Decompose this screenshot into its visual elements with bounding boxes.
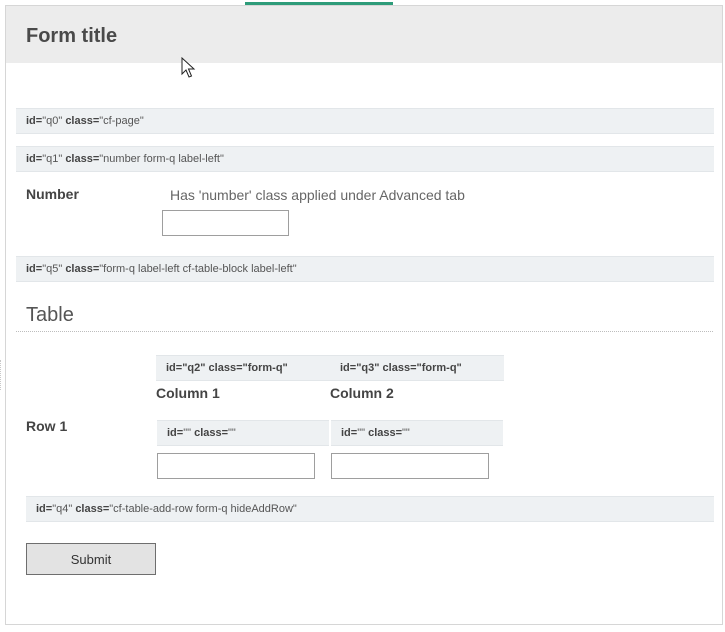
id-value: "q3"	[356, 362, 380, 374]
id-value: "q0"	[42, 115, 63, 127]
id-value: "q5"	[42, 263, 63, 275]
mouse-pointer-icon	[181, 57, 196, 78]
id-value: "q1"	[42, 153, 63, 165]
cell-info-bar: id="" class=""	[157, 420, 329, 446]
form-header: Form title	[6, 6, 722, 63]
id-key: id=	[340, 362, 357, 374]
table-info-bar: id="q5" class="form-q label-left cf-tabl…	[16, 256, 714, 282]
class-value: "form-q"	[416, 362, 462, 374]
cell-info-bar: id="" class=""	[331, 420, 503, 446]
id-key: id=	[167, 427, 184, 439]
number-field-help: Has 'number' class applied under Advance…	[170, 187, 465, 203]
number-field-label: Number	[26, 186, 79, 202]
table-title: Table	[26, 304, 74, 326]
id-value: "q2"	[182, 362, 206, 374]
class-key: class=	[208, 362, 243, 374]
class-value: "form-q label-left cf-table-block label-…	[99, 263, 297, 275]
form-container	[5, 5, 723, 625]
id-key: id=	[26, 153, 43, 165]
class-key: class=	[65, 153, 100, 165]
id-key: id=	[166, 362, 183, 374]
id-value: ""	[357, 427, 366, 439]
form-title: Form title	[26, 25, 118, 47]
resize-handle[interactable]	[0, 360, 3, 390]
class-value: ""	[228, 427, 236, 439]
id-key: id=	[26, 263, 43, 275]
id-value: "q4"	[52, 503, 73, 515]
class-key: class=	[368, 427, 403, 439]
class-value: "cf-table-add-row form-q hideAddRow"	[109, 503, 297, 515]
form-page: Form title id="q0" class="cf-page" id="q…	[0, 0, 725, 632]
class-value: "form-q"	[242, 362, 288, 374]
number-info-bar: id="q1" class="number form-q label-left"	[16, 146, 714, 172]
id-key: id=	[36, 503, 53, 515]
column-info-bar: id="q2" class="form-q"	[156, 355, 330, 381]
table-divider	[16, 331, 713, 332]
class-key: class=	[65, 115, 100, 127]
row-1-column-2-input[interactable]	[331, 453, 489, 479]
class-key: class=	[382, 362, 417, 374]
number-input[interactable]	[162, 210, 289, 236]
row-label: Row 1	[26, 418, 68, 434]
class-key: class=	[75, 503, 110, 515]
add-row-info-bar: id="q4" class="cf-table-add-row form-q h…	[26, 496, 714, 522]
page-info-bar: id="q0" class="cf-page"	[16, 108, 714, 134]
class-key: class=	[194, 427, 229, 439]
class-value: "number form-q label-left"	[99, 153, 224, 165]
column-header: Column 2	[330, 385, 394, 401]
column-header: Column 1	[156, 385, 220, 401]
column-info-bar: id="q3" class="form-q"	[330, 355, 504, 381]
id-value: ""	[183, 427, 192, 439]
class-value: "cf-page"	[99, 115, 144, 127]
id-key: id=	[26, 115, 43, 127]
row-1-column-1-input[interactable]	[157, 453, 315, 479]
id-key: id=	[341, 427, 358, 439]
submit-button[interactable]: Submit	[26, 543, 156, 575]
class-key: class=	[65, 263, 100, 275]
class-value: ""	[402, 427, 410, 439]
